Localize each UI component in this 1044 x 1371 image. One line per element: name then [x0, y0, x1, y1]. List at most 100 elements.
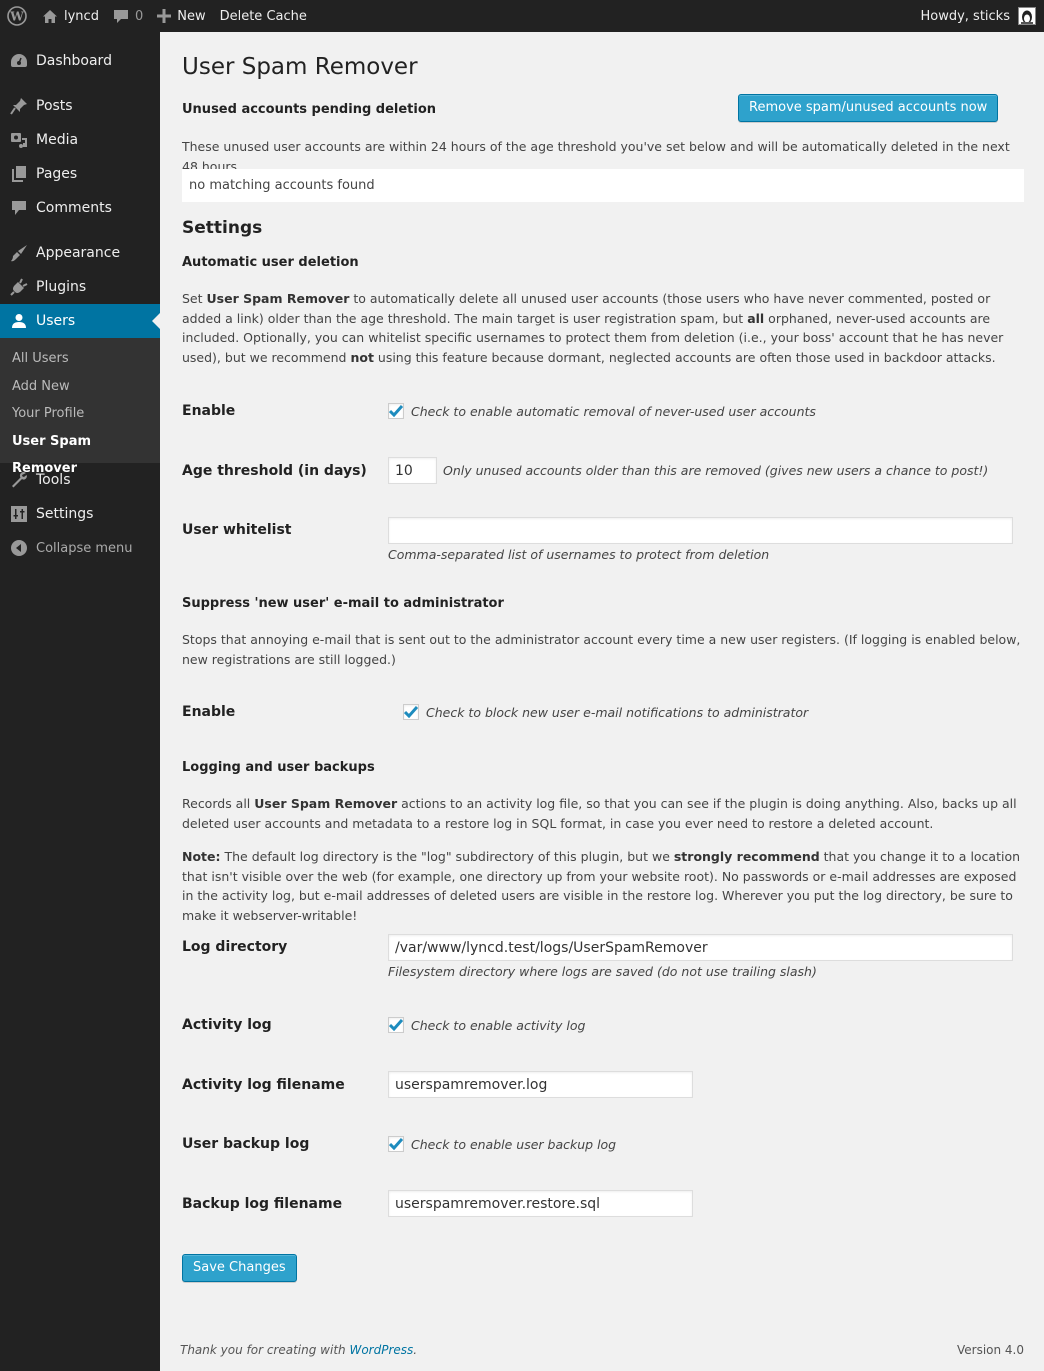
- sidebar-item-plugins[interactable]: Plugins: [0, 270, 160, 304]
- logging-heading: Logging and user backups: [182, 760, 375, 775]
- pin-icon: [9, 96, 29, 116]
- pending-result: no matching accounts found: [189, 178, 375, 193]
- sidebar-label: Plugins: [36, 279, 87, 295]
- activity-log-label: Activity log: [182, 1017, 272, 1033]
- collapse-menu-button[interactable]: Collapse menu: [0, 531, 160, 565]
- wordpress-link[interactable]: WordPress: [349, 1343, 413, 1357]
- sidebar-item-tools[interactable]: Tools: [0, 463, 160, 497]
- activity-file-input[interactable]: [388, 1071, 693, 1098]
- sidebar-label: Users: [36, 313, 76, 329]
- comments-count: 0: [134, 8, 144, 24]
- remove-now-button[interactable]: Remove spam/unused accounts now: [738, 94, 999, 122]
- enable-auto-desc: Check to enable automatic removal of nev…: [411, 403, 816, 419]
- sidebar-item-settings[interactable]: Settings: [0, 497, 160, 531]
- whitelist-desc: Comma-separated list of usernames to pro…: [388, 547, 770, 562]
- activity-file-label: Activity log filename: [182, 1076, 345, 1093]
- sidebar-label: Pages: [36, 166, 78, 182]
- settings-icon: [9, 504, 29, 524]
- save-changes-button[interactable]: Save Changes: [182, 1254, 297, 1282]
- howdy-greeting: Howdy, sticks: [920, 8, 1010, 24]
- site-name-link[interactable]: lyncd: [34, 0, 106, 32]
- logging-description: Records all User Spam Remover actions to…: [182, 796, 1017, 831]
- footer: Thank you for creating with WordPress. V…: [180, 1343, 1024, 1357]
- comment-icon: [9, 198, 29, 218]
- sidebar-label: Comments: [36, 200, 112, 216]
- log-directory-input[interactable]: [388, 934, 1013, 961]
- suppress-enable-desc: Check to block new user e-mail notificat…: [426, 704, 809, 720]
- comments-link[interactable]: 0: [106, 0, 150, 32]
- sidebar-label: Settings: [36, 506, 94, 522]
- backup-log-desc: Check to enable user backup log: [411, 1136, 617, 1152]
- backup-log-row: User backup log Check to enable user bac…: [182, 1136, 616, 1152]
- sidebar-label: Appearance: [36, 245, 121, 261]
- suppress-enable-checkbox[interactable]: [403, 704, 419, 720]
- collapse-label: Collapse menu: [36, 540, 133, 556]
- backup-log-label: User backup log: [182, 1136, 310, 1152]
- pending-accounts-list: no matching accounts found: [182, 169, 1024, 202]
- checkmark-icon: [389, 405, 403, 417]
- enable-label: Enable: [182, 403, 236, 419]
- home-icon: [42, 9, 58, 24]
- sidebar-label: Media: [36, 132, 79, 148]
- comment-icon: [113, 8, 129, 24]
- backup-file-row: Backup log filename: [182, 1190, 693, 1217]
- site-name: lyncd: [64, 8, 99, 24]
- delete-cache-label: Delete Cache: [219, 8, 307, 24]
- sidebar-item-dashboard[interactable]: Dashboard: [0, 44, 160, 78]
- enable-auto-row: Enable Check to enable automatic removal…: [182, 403, 816, 419]
- sidebar-item-pages[interactable]: Pages: [0, 157, 160, 191]
- submenu-all-users[interactable]: All Users: [0, 345, 160, 373]
- suppress-description: Stops that annoying e-mail that is sent …: [182, 632, 1021, 667]
- backup-file-input[interactable]: [388, 1190, 693, 1217]
- submenu-user-spam-remover[interactable]: User Spam Remover: [0, 428, 160, 477]
- new-label: New: [177, 8, 206, 24]
- whitelist-input[interactable]: [388, 517, 1013, 544]
- sidebar-label: Posts: [36, 98, 73, 114]
- logging-note: Note: The default log directory is the "…: [182, 849, 1021, 923]
- log-directory-desc: Filesystem directory where logs are save…: [388, 964, 817, 979]
- age-threshold-label: Age threshold (in days): [182, 462, 367, 479]
- activity-log-desc: Check to enable activity log: [411, 1017, 586, 1033]
- sidebar-item-posts[interactable]: Posts: [0, 89, 160, 123]
- activity-file-row: Activity log filename: [182, 1071, 693, 1098]
- collapse-icon: [9, 538, 29, 558]
- log-directory-label: Log directory: [182, 939, 288, 955]
- sidebar-item-appearance[interactable]: Appearance: [0, 236, 160, 270]
- age-threshold-row: Age threshold (in days) Only unused acco…: [182, 457, 988, 484]
- enable-auto-checkbox[interactable]: [388, 403, 404, 419]
- age-threshold-input[interactable]: [388, 457, 437, 484]
- delete-cache-button[interactable]: Delete Cache: [213, 0, 314, 32]
- sidebar-item-users[interactable]: Users: [0, 304, 160, 338]
- checkmark-icon: [404, 706, 418, 718]
- enable-auto-option[interactable]: Check to enable automatic removal of nev…: [388, 403, 816, 419]
- sidebar-label: Tools: [36, 472, 71, 488]
- activity-log-checkbox[interactable]: [388, 1017, 404, 1033]
- suppress-enable-option[interactable]: Check to block new user e-mail notificat…: [403, 704, 808, 720]
- plus-icon: [157, 9, 172, 23]
- footer-thanks: Thank you for creating with WordPress.: [180, 1343, 418, 1357]
- users-submenu: All Users Add New Your Profile User Spam…: [0, 338, 160, 477]
- sidebar-item-media[interactable]: Media: [0, 123, 160, 157]
- wordpress-logo-icon: W: [7, 6, 27, 26]
- backup-log-option[interactable]: Check to enable user backup log: [388, 1136, 616, 1152]
- my-account-menu[interactable]: Howdy, sticks: [913, 0, 1044, 32]
- suppress-heading: Suppress 'new user' e-mail to administra…: [182, 596, 504, 611]
- sidebar-item-comments[interactable]: Comments: [0, 191, 160, 225]
- backup-log-checkbox[interactable]: [388, 1136, 404, 1152]
- settings-heading: Settings: [182, 218, 263, 238]
- whitelist-row: User whitelist Comma-separated list of u…: [182, 517, 1013, 562]
- pending-heading: Unused accounts pending deletion: [182, 102, 437, 117]
- activity-log-row: Activity log Check to enable activity lo…: [182, 1017, 585, 1033]
- whitelist-label: User whitelist: [182, 522, 292, 538]
- activity-log-option[interactable]: Check to enable activity log: [388, 1017, 585, 1033]
- avatar: [1018, 7, 1036, 25]
- new-content-button[interactable]: New: [150, 0, 212, 32]
- wp-logo-button[interactable]: W: [0, 0, 34, 32]
- backup-file-label: Backup log filename: [182, 1195, 343, 1212]
- submenu-your-profile[interactable]: Your Profile: [0, 400, 160, 428]
- submenu-add-new[interactable]: Add New: [0, 373, 160, 401]
- plug-icon: [9, 277, 29, 297]
- svg-text:W: W: [9, 10, 24, 24]
- main-content: User Spam Remover Unused accounts pendin…: [182, 32, 1024, 1282]
- checkmark-icon: [389, 1138, 403, 1150]
